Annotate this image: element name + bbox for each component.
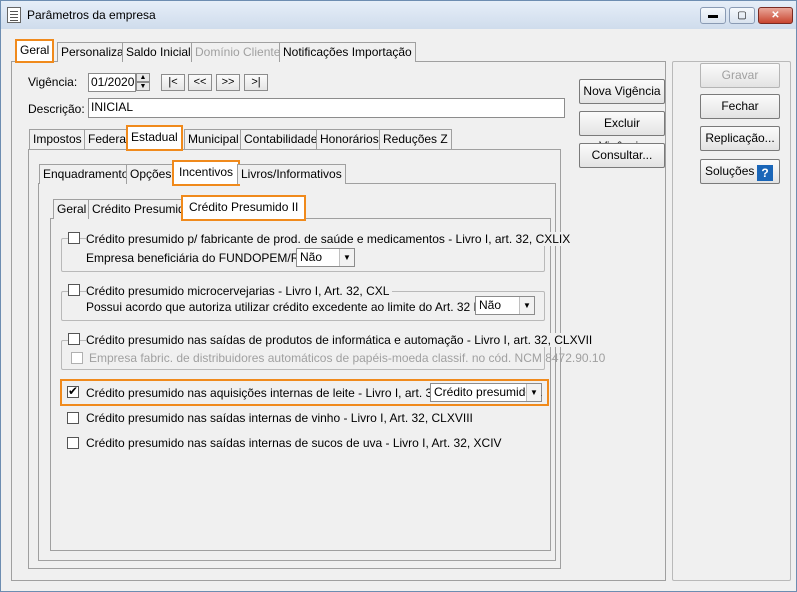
opt4-label: Crédito presumido nas aquisições interna…: [86, 386, 466, 400]
tab-personaliza[interactable]: Personaliza: [57, 42, 128, 62]
opt3-label: Crédito presumido nas saídas de produtos…: [86, 333, 596, 347]
dropdown-arrow-icon: ▼: [526, 384, 541, 401]
opt1-label: Crédito presumido p/ fabricante de prod.…: [86, 232, 574, 246]
opt2-sub-label: Possui acordo que autoriza utilizar créd…: [86, 300, 519, 314]
tab-contabilidade[interactable]: Contabilidade: [240, 129, 322, 149]
vigencia-input[interactable]: 01/2020: [88, 73, 136, 92]
first-button[interactable]: |<: [161, 74, 185, 91]
tab-honorarios[interactable]: Honorários: [316, 129, 383, 149]
tab-municipal[interactable]: Municipal: [184, 129, 243, 149]
opt3-sub-label: Empresa fabric. de distribuidores automá…: [89, 351, 606, 365]
dropdown-arrow-icon: ▼: [519, 297, 534, 314]
solucoes-button[interactable]: Soluções ?: [700, 159, 780, 184]
tab-credito-presumido[interactable]: Crédito Presumido: [88, 199, 196, 219]
previous-button[interactable]: <<: [188, 74, 212, 91]
opt5-label: Crédito presumido nas saídas internas de…: [86, 411, 473, 425]
tab-incentivos[interactable]: Incentivos: [171, 160, 241, 186]
tab-livros-informativos[interactable]: Livros/Informativos: [237, 164, 346, 184]
opt2-checkbox[interactable]: [68, 284, 80, 296]
opt5-checkbox[interactable]: [67, 412, 79, 424]
fechar-button[interactable]: Fechar: [700, 94, 780, 119]
opt3-sub-checkbox[interactable]: [71, 352, 83, 364]
opt2-label: Crédito presumido microcervejarias - Liv…: [86, 284, 393, 298]
excluir-vigencia-button[interactable]: Excluir Vigência: [579, 111, 665, 153]
tab-credito-presumido-ii[interactable]: Crédito Presumido II: [180, 195, 307, 221]
last-button[interactable]: >|: [244, 74, 268, 91]
minimize-button[interactable]: ▬: [700, 7, 726, 24]
opt2-select[interactable]: Não ▼: [475, 296, 535, 315]
tab-reducoes-z[interactable]: Reduções Z: [379, 129, 452, 149]
opt4-checkbox[interactable]: [67, 384, 79, 398]
next-button[interactable]: >>: [216, 74, 240, 91]
dropdown-arrow-icon: ▼: [339, 249, 354, 266]
title-bar: Parâmetros da empresa ▬ ▢ ✕: [1, 1, 796, 29]
help-icon: ?: [757, 165, 773, 181]
opt4-select[interactable]: Crédito presumido 1 ▼: [430, 383, 542, 402]
opt6-label: Crédito presumido nas saídas internas de…: [86, 436, 502, 450]
tab-saldo-inicial[interactable]: Saldo Inicial: [122, 42, 195, 62]
opt1-select-value: Não: [300, 250, 323, 264]
tab-geral[interactable]: Geral: [14, 39, 55, 63]
solucoes-label: Soluções: [705, 164, 755, 178]
tab-incentivos-geral[interactable]: Geral: [53, 199, 91, 219]
maximize-button[interactable]: ▢: [729, 7, 755, 24]
descricao-input[interactable]: INICIAL: [88, 98, 565, 118]
opt1-select[interactable]: Não ▼: [296, 248, 355, 267]
opt1-sub-label: Empresa beneficiária do FUNDOPEM/RS:: [86, 251, 311, 265]
tab-estadual[interactable]: Estadual: [126, 125, 183, 151]
tab-impostos[interactable]: Impostos: [29, 129, 86, 149]
tab-opcoes[interactable]: Opções: [126, 164, 176, 184]
tab-dominio-cliente[interactable]: Domínio Cliente: [191, 42, 285, 62]
window: Parâmetros da empresa ▬ ▢ ✕ Geral Person…: [0, 0, 797, 592]
opt2-select-value: Não: [479, 298, 502, 312]
nova-vigencia-button[interactable]: Nova Vigência: [579, 79, 665, 104]
document-icon: [7, 7, 21, 23]
opt6-checkbox[interactable]: [67, 437, 79, 449]
spin-up-icon[interactable]: ▲: [136, 73, 150, 82]
spin-down-icon[interactable]: ▼: [136, 82, 150, 91]
tab-notificacoes-importacao[interactable]: Notificações Importação: [279, 42, 416, 62]
opt1-checkbox[interactable]: [68, 232, 80, 244]
opt3-checkbox[interactable]: [68, 333, 80, 345]
tab-enquadramento[interactable]: Enquadramento: [39, 164, 133, 184]
window-title: Parâmetros da empresa: [27, 8, 156, 22]
close-button[interactable]: ✕: [758, 7, 793, 24]
vigencia-label: Vigência:: [28, 75, 78, 89]
descricao-label: Descrição:: [28, 102, 85, 116]
replicacao-button[interactable]: Replicação...: [700, 126, 780, 151]
consultar-button[interactable]: Consultar...: [579, 143, 665, 168]
tab-federal[interactable]: Federal: [84, 129, 133, 149]
gravar-button[interactable]: Gravar: [700, 63, 780, 88]
